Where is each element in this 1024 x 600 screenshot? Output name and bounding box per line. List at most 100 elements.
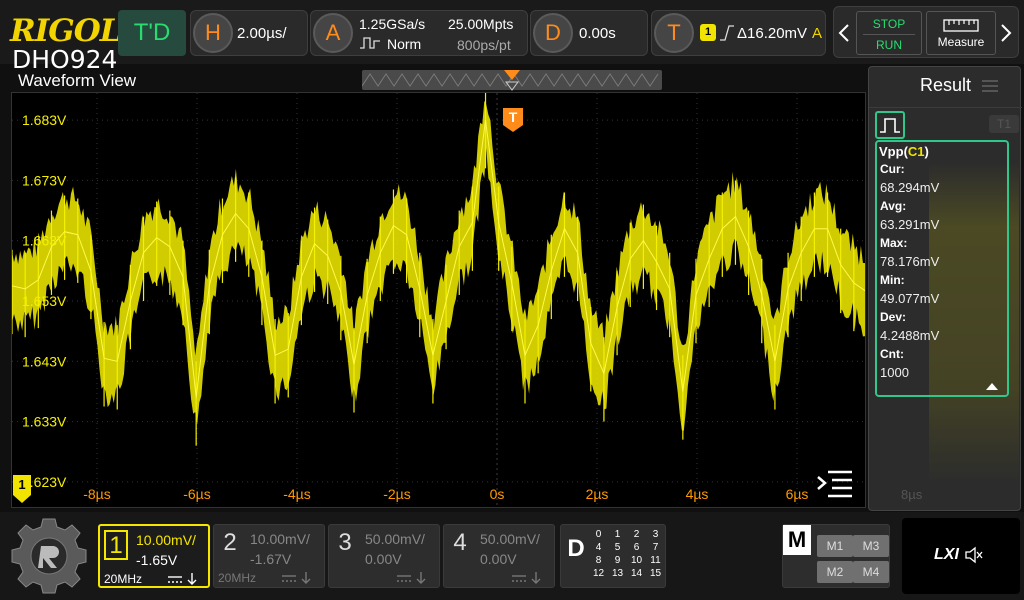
digital-channel-panel[interactable]: D 0 1 2 3 4 5 6 7 8 9 10 11 12 13 14 15 <box>560 524 666 588</box>
trigger-status-button[interactable]: T'D <box>118 10 186 56</box>
digital-bit: 1 <box>614 529 621 540</box>
channel-offset: 0.00V <box>480 551 517 567</box>
channel-3-panel[interactable]: 3 50.00mV/0.00V <box>328 524 440 588</box>
channel-number: 1 <box>104 530 128 560</box>
digital-bit: 14 <box>630 568 643 579</box>
measure-button[interactable]: Measure <box>926 11 996 55</box>
lxi-logo: LXI <box>934 546 959 563</box>
acquire-mode: Norm <box>387 36 422 52</box>
digital-bit: 15 <box>649 568 662 579</box>
stat-value: 49.077mV <box>880 291 940 306</box>
channel-offset: 0.00V <box>365 551 402 567</box>
digital-bit: 13 <box>611 568 624 579</box>
bottom-toolbar: 1 10.00mV/ -1.65V 20MHz 2 10.00mV/ -1.67V 20MHz… <box>0 512 1024 600</box>
run-label: RUN <box>876 38 902 52</box>
coupling-dc-icon <box>395 571 431 585</box>
channel-1-panel[interactable]: 1 10.00mV/ -1.65V 20MHz <box>98 524 210 588</box>
digital-bit: 12 <box>592 568 605 579</box>
x-tick-label: -8µs <box>83 486 111 502</box>
trigger-level: Δ16.20mV <box>737 25 808 42</box>
math-m2-button[interactable]: M2 <box>817 561 853 583</box>
waveform-plot: 1.683V1.673V1.663V1.653V1.643V1.633V1.62… <box>12 93 865 507</box>
stop-label: STOP <box>872 17 906 31</box>
vpp-measure-icon[interactable] <box>875 111 905 139</box>
math-m3-button[interactable]: M3 <box>853 535 889 557</box>
result-menu-icon[interactable] <box>981 79 999 93</box>
channel-number: 3 <box>338 529 352 556</box>
digital-bit: 11 <box>650 555 661 566</box>
result-title: Result <box>919 75 972 95</box>
acquire-mode-icon <box>359 36 381 50</box>
delay-panel[interactable]: D 0.00s <box>530 10 648 56</box>
stat-label: Cur: <box>880 162 905 176</box>
channel-number: 4 <box>453 529 467 556</box>
channel1-offset-marker[interactable]: 1 <box>12 474 32 504</box>
vpp-measurement-card[interactable]: Vpp(C1) Cur: 68.294mV Avg: 63.291mV Max: 78.1… <box>875 140 1009 397</box>
collapse-up-icon[interactable] <box>985 378 999 390</box>
stat-value: 68.294mV <box>880 180 940 195</box>
math-m4-button[interactable]: M4 <box>853 561 889 583</box>
x-axis-labels: -8µs -6µs -4µs -2µs 0s 2µs 4µs 6µs <box>83 486 808 502</box>
digital-bit: 10 <box>630 555 643 566</box>
digital-bit: 3 <box>652 529 659 540</box>
stop-run-button[interactable]: STOP RUN <box>856 11 922 55</box>
x-tick-label: 2µs <box>586 486 609 502</box>
model-name: DHO924 <box>12 45 118 74</box>
digital-bit: 8 <box>595 555 602 566</box>
math-panel[interactable]: M M1 M3 M2 M4 <box>782 524 890 588</box>
menu-list-icon[interactable] <box>816 469 854 499</box>
ruler-icon <box>943 17 979 33</box>
stat-label: Cnt: <box>880 347 904 361</box>
x-tick-label: 0s <box>490 486 505 502</box>
x-tick-label: 4µs <box>686 486 709 502</box>
horizontal-panel[interactable]: H 2.00µs/ <box>190 10 308 56</box>
digital-bit: 2 <box>633 529 640 540</box>
home-gear-icon[interactable] <box>10 518 88 594</box>
coupling-dc-icon <box>166 572 202 586</box>
x-tick-label: -4µs <box>283 486 311 502</box>
chevron-right-icon[interactable] <box>1000 23 1012 43</box>
memory-depth: 25.00Mpts <box>448 16 514 32</box>
channel-4-panel[interactable]: 4 50.00mV/0.00V <box>443 524 555 588</box>
ghost-channel-label: T1 <box>989 115 1019 133</box>
trigger-source-badge: 1 <box>700 24 716 41</box>
y-tick-label: 1.643V <box>22 353 67 369</box>
digital-bit: 6 <box>633 542 640 553</box>
measure-label: Measure <box>937 35 985 49</box>
digital-bit: 0 <box>595 529 602 540</box>
trigger-position-arrow-icon[interactable] <box>503 70 521 91</box>
trigger-marker[interactable]: T <box>502 107 524 133</box>
delay-badge: D <box>533 13 573 53</box>
x-tick-label: -6µs <box>183 486 211 502</box>
ghost-time-tick: 8µs <box>901 487 923 502</box>
math-m1-button[interactable]: M1 <box>817 535 853 557</box>
channel-offset: -1.67V <box>250 551 292 567</box>
stat-value: 4.2488mV <box>880 328 940 343</box>
run-control-panel: STOP RUN Measure <box>833 6 1019 58</box>
result-panel: Result T1 Vpp(C1) Cur: 68.294mV Avg: 63.291… <box>868 66 1022 511</box>
chevron-left-icon[interactable] <box>838 23 850 43</box>
waveform-display[interactable]: 1.683V 1.673V 1.663V 1.653V 1.643V 1.633V 1.62… <box>11 92 866 508</box>
math-label: M <box>783 525 811 555</box>
acquire-panel[interactable]: A 1.25GSa/s Norm 25.00Mpts 800ps/pt <box>310 10 528 56</box>
stat-label: Max: <box>880 236 908 250</box>
acquire-badge: A <box>313 13 353 53</box>
oscilloscope-app: RIGOL DHO924 T'D H 2.00µs/ A 1.25GSa/s N… <box>0 0 1024 600</box>
channel-2-panel[interactable]: 2 10.00mV/ -1.67V 20MHz <box>213 524 325 588</box>
y-tick-label: 1.673V <box>22 172 67 188</box>
channel-scale: 10.00mV/ <box>136 532 196 548</box>
digital-bit-grid: 0 1 2 3 4 5 6 7 8 9 10 11 12 13 14 15 <box>589 529 665 585</box>
y-tick-label: 1.633V <box>22 414 67 430</box>
trigger-marker-label: T <box>508 109 518 125</box>
channel-number: 2 <box>223 529 237 556</box>
sample-rate: 1.25GSa/s <box>359 16 426 32</box>
time-resolution: 800ps/pt <box>457 37 511 53</box>
measurement-source: C1 <box>907 144 925 159</box>
stat-label: Avg: <box>880 199 907 213</box>
stat-value: 63.291mV <box>880 217 940 232</box>
trigger-panel[interactable]: T 1 Δ16.20mV A <box>651 10 826 56</box>
channel-scale: 10.00mV/ <box>250 531 310 547</box>
channel-scale: 50.00mV/ <box>480 531 540 547</box>
digital-bit: 7 <box>652 542 659 553</box>
speaker-muted-icon[interactable] <box>964 546 984 564</box>
